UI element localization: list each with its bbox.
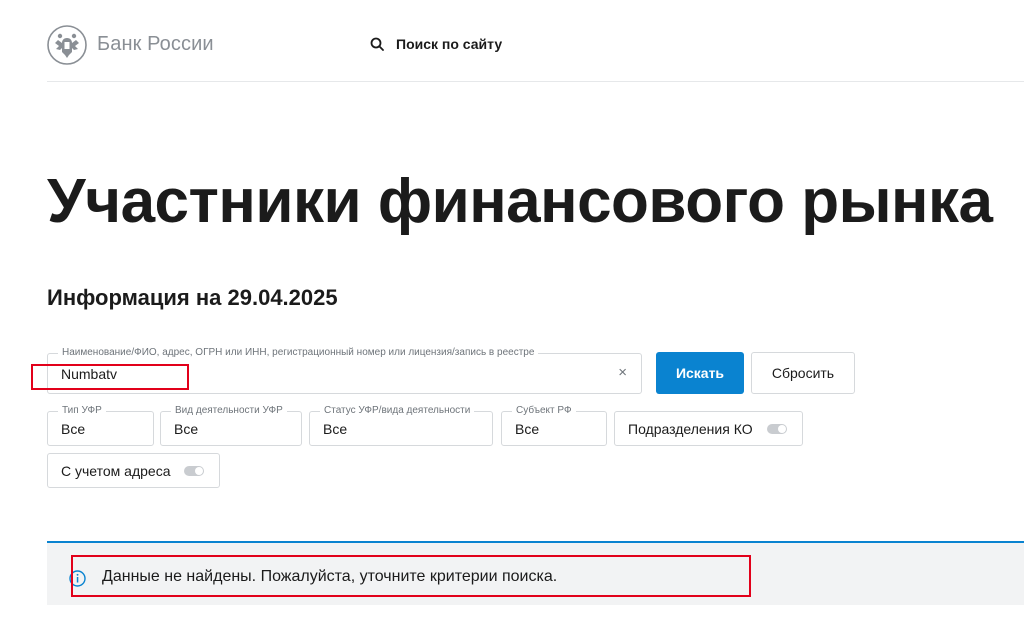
- page-title: Участники финансового рынка: [47, 167, 993, 236]
- filter-value: Все: [515, 421, 540, 437]
- search-input[interactable]: Наименование/ФИО, адрес, ОГРН или ИНН, р…: [47, 347, 642, 394]
- filter-value: Все: [174, 421, 199, 437]
- search-input-label: Наименование/ФИО, адрес, ОГРН или ИНН, р…: [58, 347, 539, 359]
- filter-activity-type[interactable]: Вид деятельности УФР Все: [160, 405, 302, 446]
- toggle-label: Подразделения КО: [628, 420, 753, 437]
- filter-label: Вид деятельности УФР: [171, 405, 287, 417]
- filter-status[interactable]: Статус УФР/вида деятельности Все: [309, 405, 493, 446]
- site-search-link[interactable]: Поиск по сайту: [370, 36, 502, 52]
- toggle-switch[interactable]: [184, 465, 205, 476]
- site-search-label: Поиск по сайту: [396, 36, 503, 52]
- info-date-heading: Информация на 29.04.2025: [47, 285, 338, 310]
- search-input-value[interactable]: Numbatv: [61, 366, 117, 382]
- toggle-switch[interactable]: [766, 423, 787, 434]
- toggle-with-address[interactable]: С учетом адреса: [47, 453, 220, 488]
- search-button[interactable]: Искать: [656, 352, 744, 394]
- clear-icon[interactable]: ×: [618, 364, 627, 381]
- search-icon: [370, 37, 384, 51]
- filter-ufr-type[interactable]: Тип УФР Все: [47, 405, 154, 446]
- reset-button[interactable]: Сбросить: [751, 352, 855, 394]
- no-results-text: Данные не найдены. Пожалуйста, уточните …: [102, 568, 558, 585]
- header-divider: [47, 81, 1024, 82]
- filter-label: Статус УФР/вида деятельности: [320, 405, 475, 417]
- filter-region[interactable]: Субъект РФ Все: [501, 405, 607, 446]
- toggle-label: С учетом адреса: [61, 462, 171, 479]
- double-headed-eagle-icon[interactable]: [47, 25, 87, 65]
- filter-label: Тип УФР: [58, 405, 106, 417]
- toggle-ko-divisions[interactable]: Подразделения КО: [614, 411, 803, 446]
- brand-name[interactable]: Банк России: [97, 33, 214, 56]
- filter-value: Все: [323, 421, 348, 437]
- filter-value: Все: [61, 421, 86, 437]
- info-icon: [69, 570, 86, 587]
- filter-label: Субъект РФ: [512, 405, 576, 417]
